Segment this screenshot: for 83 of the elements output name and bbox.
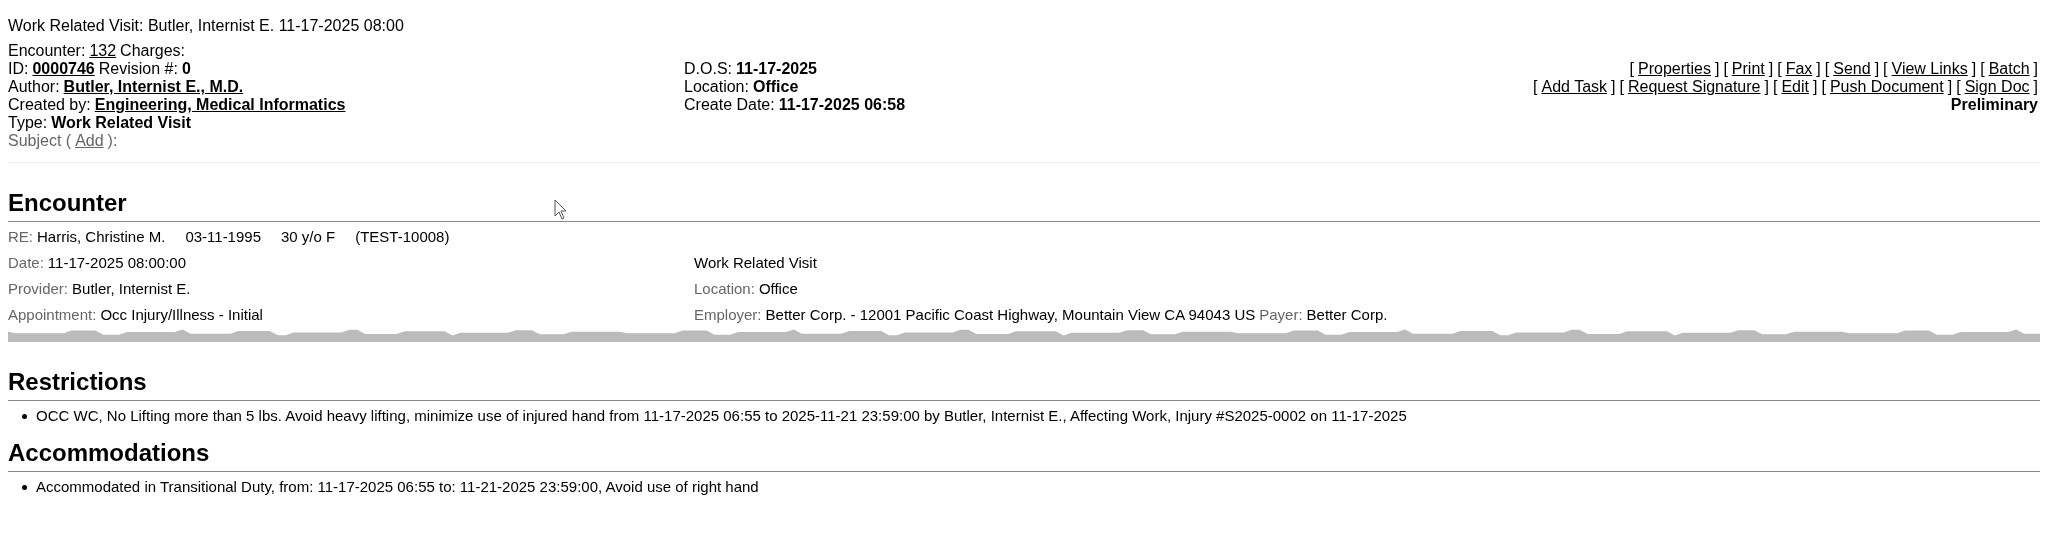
bullet-icon [22, 484, 27, 490]
label-text: Created by: [8, 96, 91, 114]
field-label: Appointment: [8, 306, 97, 324]
field-value: Harris, Christine M. [37, 228, 166, 246]
list-item-text: Accommodated in Transitional Duty, from: 11-17-2025 06:55 to: 11-21-2025 23:59:00, Avoid use of right hand [36, 478, 759, 496]
action-link[interactable]: Edit [1781, 78, 1809, 96]
bracket-text: [ [1980, 60, 1985, 78]
label-text: D.O.S: [684, 60, 732, 78]
section-heading: Encounter [8, 189, 2040, 222]
value-text: 0 [181, 60, 191, 78]
section-heading: Restrictions [8, 368, 2040, 401]
action-link[interactable]: Request Signature [1627, 78, 1761, 96]
field-label: Provider: [8, 280, 69, 298]
action-link[interactable]: Properties [1638, 60, 1711, 78]
link[interactable]: 0000746 [32, 60, 95, 78]
action-link[interactable]: Send [1833, 60, 1871, 78]
status-text: Preliminary [1950, 96, 2038, 114]
bracket-text: ] [1764, 78, 1769, 96]
value-text: Work Related Visit [51, 114, 192, 132]
bracket-text: ] [1971, 60, 1977, 78]
label-text: Type: [8, 114, 48, 132]
field-value: Office [758, 280, 798, 298]
field-label: Payer: [1259, 306, 1303, 324]
section-heading: Accommodations [8, 439, 2040, 472]
label-text: ID: [8, 60, 29, 78]
bracket-text: [ [1533, 78, 1538, 96]
label-text: Location: [684, 78, 749, 96]
label-text: Charges: [120, 42, 185, 60]
action-link[interactable]: Print [1731, 60, 1765, 78]
link[interactable]: 132 [89, 42, 117, 60]
page-title: Work Related Visit: Butler, Internist E. 11-17-2025 08:00 [8, 16, 405, 36]
label-text: Subject ( [8, 132, 72, 150]
action-link[interactable]: View Links [1891, 60, 1968, 78]
bracket-text: [ [1956, 78, 1961, 96]
bracket-text: [ [1777, 60, 1782, 78]
bracket-text: [ [1772, 78, 1778, 96]
label-text: Author: [8, 78, 60, 96]
bracket-text: [ [1821, 78, 1826, 96]
action-link[interactable]: Push Document [1829, 78, 1944, 96]
label-text: Revision #: [98, 60, 178, 78]
field-value: Occ Injury/Illness - Initial [100, 306, 263, 324]
field-label: RE: [8, 228, 33, 246]
bracket-text: [ [1629, 60, 1635, 78]
bracket-text: ] [1714, 60, 1720, 78]
field-value: Work Related Visit [694, 254, 817, 272]
label-text: Encounter: [8, 42, 86, 60]
link[interactable]: Butler, Internist E., M.D. [63, 78, 244, 96]
bracket-text: ] [1816, 60, 1821, 78]
bracket-text: ] [1768, 60, 1774, 78]
link[interactable]: Add [75, 132, 104, 150]
action-link[interactable]: Batch [1988, 60, 2030, 78]
cursor-icon [554, 199, 568, 221]
bracket-text: [ [1824, 60, 1830, 78]
field-label: Location: [694, 280, 755, 298]
field-value: 11-17-2025 08:00:00 [47, 254, 187, 272]
bracket-text: [ [1883, 60, 1888, 78]
bracket-text: ] [1611, 78, 1616, 96]
link[interactable]: Engineering, Medical Informatics [94, 96, 346, 114]
bracket-text: ] [2033, 60, 2038, 78]
field-value: 30 y/o F [281, 228, 336, 246]
bracket-text: ] [1812, 78, 1818, 96]
field-value: 03-11-1995 [185, 228, 261, 246]
list-item-text: OCC WC, No Lifting more than 5 lbs. Avoid heavy lifting, minimize use of injured hand from 11-17-2025 06:55 to 2025-11-21 23:59:00 by Butler, Internist E., Affecting Work, Injury #S2025-0002 on 11-17-2025 [36, 407, 1407, 425]
value-text: 11-17-2025 06:58 [778, 96, 906, 114]
bullet-icon [22, 413, 27, 419]
bracket-text: ] [2033, 78, 2038, 96]
bracket-text: ] [1874, 60, 1880, 78]
value-text: Office [752, 78, 799, 96]
action-link[interactable]: Sign Doc [1964, 78, 2030, 96]
field-label: Employer: [694, 306, 762, 324]
action-link[interactable]: Fax [1785, 60, 1813, 78]
label-text: Create Date: [684, 96, 775, 114]
bracket-text: ] [1947, 78, 1953, 96]
field-value: Better Corp. - 12001 Pacific Coast Highway, Mountain View CA 94043 US [765, 306, 1256, 324]
bracket-text: [ [1619, 78, 1624, 96]
label-text: ): [107, 132, 118, 150]
field-value: Butler, Internist E. [72, 280, 191, 298]
value-text: 11-17-2025 [736, 60, 817, 78]
field-value: (TEST-10008) [355, 228, 450, 246]
bracket-text: [ [1723, 60, 1728, 78]
field-value: Better Corp. [1306, 306, 1388, 324]
action-link[interactable]: Add Task [1541, 78, 1608, 96]
field-label: Date: [8, 254, 44, 272]
